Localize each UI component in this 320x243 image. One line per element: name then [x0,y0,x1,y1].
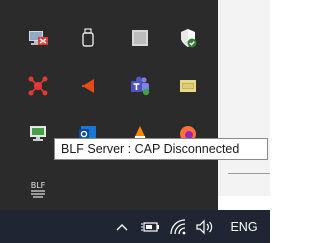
volume-icon[interactable] [194,210,216,243]
blf-server-icon[interactable]: BLF [20,172,56,208]
tray-overflow-panel: BLF [0,0,218,210]
wifi-icon[interactable] [168,210,188,243]
desktop-background [218,0,270,196]
remote-desktop-icon[interactable] [20,20,56,56]
show-hidden-icons-chevron-icon[interactable] [112,210,132,243]
language-label: ENG [230,219,258,234]
tooltip-text: BLF Server : CAP Disconnected [61,142,240,156]
red-network-icon[interactable] [20,68,56,104]
network-monitor-icon[interactable] [20,116,56,152]
language-indicator[interactable]: ENG [224,210,264,243]
taskbar: ENG [0,210,270,243]
blf-icon-text: BLF [31,181,46,190]
tray-tooltip: BLF Server : CAP Disconnected [54,138,268,160]
desktop-window-edge [228,173,270,174]
security-shield-icon[interactable] [170,20,206,56]
usb-drive-icon[interactable] [70,20,106,56]
battery-power-icon[interactable] [138,210,162,243]
gray-square-app-icon[interactable] [122,20,158,56]
teams-icon[interactable] [122,68,158,104]
keyboard-app-icon[interactable] [170,68,206,104]
speaker-app-icon[interactable] [70,68,106,104]
